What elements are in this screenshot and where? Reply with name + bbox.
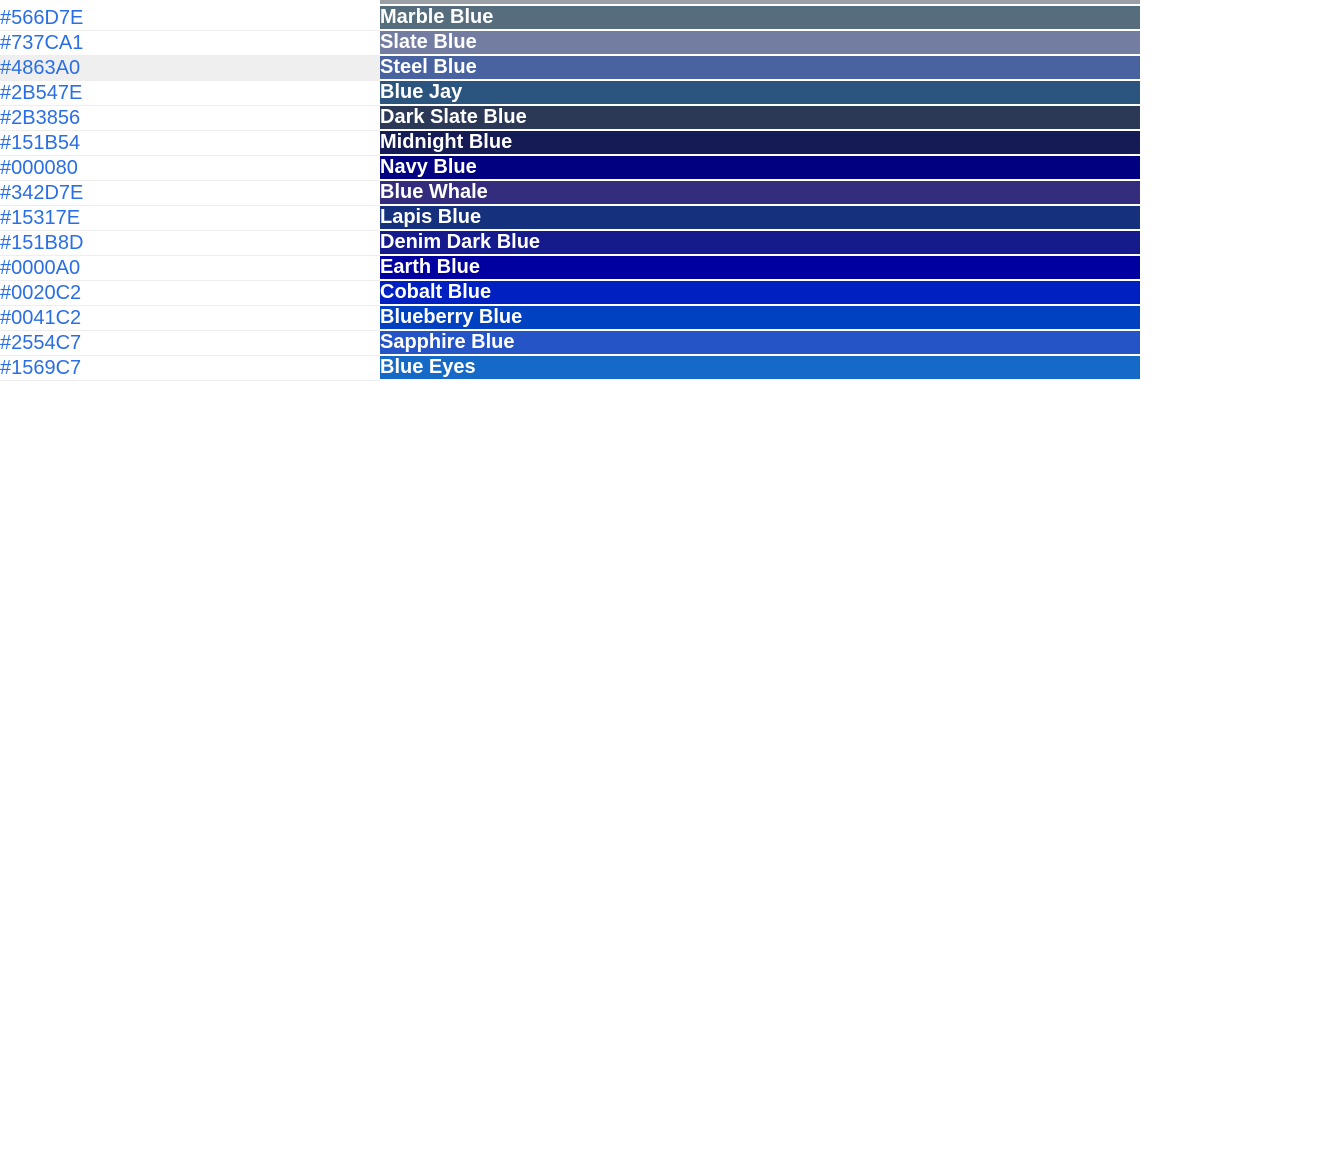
hex-link[interactable]: #0041C2 — [0, 307, 81, 329]
color-swatch[interactable]: Blue Whale — [380, 181, 1140, 206]
hex-link[interactable]: #151B8D — [0, 232, 83, 254]
hex-cell: #2B547E — [0, 81, 380, 106]
table-row: #151B8D Denim Dark Blue — [0, 231, 1140, 256]
color-table: #566D7EMarble Blue#737CA1Slate Blue#4863… — [0, 6, 1140, 381]
table-row: #2B547E Blue Jay — [0, 81, 1140, 106]
hex-link[interactable]: #1569C7 — [0, 357, 81, 379]
color-swatch[interactable]: Sapphire Blue — [380, 331, 1140, 356]
table-row: #2554C7 Sapphire Blue — [0, 331, 1140, 356]
color-swatch[interactable]: Blue Eyes — [380, 356, 1140, 381]
color-swatch[interactable]: Midnight Blue — [380, 131, 1140, 156]
color-swatch[interactable]: Denim Dark Blue — [380, 231, 1140, 256]
table-row: #000080 Navy Blue — [0, 156, 1140, 181]
table-row: #0041C2 Blueberry Blue — [0, 306, 1140, 331]
color-swatch[interactable]: Blue Jay — [380, 81, 1140, 106]
hex-link[interactable]: #737CA1 — [0, 32, 83, 54]
color-swatch[interactable]: Navy Blue — [380, 156, 1140, 181]
hex-link[interactable]: #0000A0 — [0, 257, 80, 279]
table-row: #151B54 Midnight Blue — [0, 131, 1140, 156]
table-row: #737CA1 Slate Blue — [0, 31, 1140, 56]
hex-link[interactable]: #2554C7 — [0, 332, 81, 354]
hex-link[interactable]: #342D7E — [0, 182, 83, 204]
table-row: #0020C2 Cobalt Blue — [0, 281, 1140, 306]
hex-cell: #342D7E — [0, 181, 380, 206]
table-row: #1569C7 Blue Eyes — [0, 356, 1140, 381]
hex-cell: #0020C2 — [0, 281, 380, 306]
hex-cell: #2554C7 — [0, 331, 380, 356]
table-row: #0000A0 Earth Blue — [0, 256, 1140, 281]
hex-cell: #737CA1 — [0, 31, 380, 56]
color-swatch[interactable]: Blueberry Blue — [380, 306, 1140, 331]
hex-cell: #15317E — [0, 206, 380, 231]
color-swatch[interactable]: Lapis Blue — [380, 206, 1140, 231]
table-row: #2B3856 Dark Slate Blue — [0, 106, 1140, 131]
hex-cell: #0000A0 — [0, 256, 380, 281]
hex-cell: #000080 — [0, 156, 380, 181]
color-table-body: #566D7EMarble Blue#737CA1Slate Blue#4863… — [0, 6, 1140, 381]
hex-link[interactable]: #2B547E — [0, 82, 82, 104]
hex-link[interactable]: #566D7E — [0, 7, 83, 29]
table-row: #4863A0 Steel Blue — [0, 56, 1140, 81]
hex-link[interactable]: #2B3856 — [0, 107, 80, 129]
hex-link[interactable]: #15317E — [0, 207, 80, 229]
color-swatch[interactable]: Earth Blue — [380, 256, 1140, 281]
table-row: #566D7E Marble Blue — [0, 6, 1140, 31]
hex-cell: #2B3856 — [0, 106, 380, 131]
hex-link[interactable]: #4863A0 — [0, 57, 80, 79]
hex-cell: #151B54 — [0, 131, 380, 156]
color-swatch[interactable]: Cobalt Blue — [380, 281, 1140, 306]
hex-link[interactable]: #0020C2 — [0, 282, 81, 304]
color-swatch[interactable]: Dark Slate Blue — [380, 106, 1140, 131]
hex-cell: #566D7E — [0, 6, 380, 31]
color-swatch[interactable]: Steel Blue — [380, 56, 1140, 81]
color-swatch[interactable]: Slate Blue — [380, 31, 1140, 56]
color-table-container: #566D7EMarble Blue#737CA1Slate Blue#4863… — [0, 0, 1322, 421]
hex-link[interactable]: #151B54 — [0, 132, 80, 154]
table-row: #15317E Lapis Blue — [0, 206, 1140, 231]
hex-cell: #151B8D — [0, 231, 380, 256]
hex-link[interactable]: #000080 — [0, 157, 78, 179]
hex-cell: #0041C2 — [0, 306, 380, 331]
table-row: #342D7E Blue Whale — [0, 181, 1140, 206]
color-swatch[interactable]: Marble Blue — [380, 6, 1140, 31]
hex-cell: #4863A0 — [0, 56, 380, 81]
hex-cell: #1569C7 — [0, 356, 380, 381]
